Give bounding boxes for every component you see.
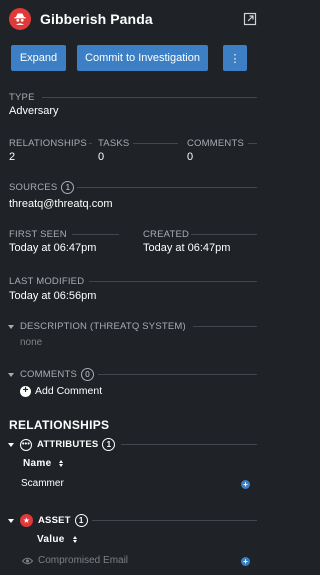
relationships-heading: RELATIONSHIPS — [9, 418, 110, 432]
comments-section-label: COMMENTS — [20, 369, 78, 380]
value-column-header: Value — [37, 534, 65, 545]
description-toggle[interactable]: DESCRIPTION (THREATQ SYSTEM) — [8, 321, 186, 332]
divider — [77, 187, 257, 188]
created-label: CREATED — [143, 229, 190, 240]
header: Gibberish Panda — [9, 8, 257, 30]
first-seen-value: Today at 06:47pm — [9, 242, 97, 254]
last-modified-label: LAST MODIFIED — [9, 276, 85, 287]
divider — [191, 234, 257, 235]
eye-icon[interactable] — [22, 557, 33, 565]
created-value: Today at 06:47pm — [143, 242, 231, 254]
asset-star-icon: ★ — [20, 514, 33, 527]
external-link-icon[interactable] — [243, 12, 257, 26]
comments-count: 0 — [187, 151, 194, 163]
relationships-count-label: RELATIONSHIPS — [9, 138, 87, 149]
attributes-count-badge: 1 — [102, 438, 116, 451]
comments-count-label: COMMENTS — [187, 138, 245, 149]
spy-icon — [9, 8, 31, 30]
caret-down-icon — [8, 324, 14, 329]
plus-circle-icon: + — [20, 385, 31, 397]
divider — [193, 326, 257, 327]
tasks-count-label: TASKS — [98, 138, 130, 149]
divider — [248, 143, 257, 144]
attributes-label: ATTRIBUTES — [37, 439, 99, 450]
description-value: none — [20, 337, 43, 348]
asset-row-value: Compromised Email — [38, 555, 129, 566]
type-value: Adversary — [9, 105, 59, 117]
sources-count-badge: 1 — [61, 181, 75, 194]
expand-button[interactable]: Expand — [11, 45, 66, 71]
type-label: TYPE — [9, 92, 35, 103]
caret-down-icon — [8, 518, 14, 523]
relationships-count: 2 — [9, 151, 16, 163]
divider — [133, 143, 178, 144]
sources-header: SOURCES 1 — [9, 181, 75, 194]
asset-toggle[interactable]: ★ ASSET 1 — [8, 514, 88, 527]
add-comment-label: Add Comment — [35, 385, 103, 397]
asset-row: Compromised Email — [22, 555, 128, 566]
attribute-row: Scammer — [21, 478, 64, 489]
asset-label: ASSET — [38, 515, 71, 526]
divider — [42, 97, 257, 98]
divider — [92, 520, 257, 521]
sort-icon — [72, 536, 77, 543]
page-title: Gibberish Panda — [40, 11, 153, 27]
attributes-toggle[interactable]: ••• ATTRIBUTES 1 — [8, 438, 116, 451]
commit-to-investigation-button[interactable]: Commit to Investigation — [77, 45, 208, 71]
divider — [89, 281, 257, 282]
caret-down-icon — [8, 442, 14, 447]
description-label: DESCRIPTION (THREATQ SYSTEM) — [20, 321, 186, 332]
asset-count-badge: 1 — [74, 514, 88, 527]
divider — [89, 143, 92, 144]
add-asset-icon[interactable]: + — [241, 557, 250, 566]
tasks-count: 0 — [98, 151, 105, 163]
attributes-name-column[interactable]: Name — [23, 458, 64, 469]
sort-icon — [59, 460, 64, 467]
comments-count-badge: 0 — [81, 368, 95, 381]
caret-down-icon — [8, 372, 14, 377]
comments-toggle[interactable]: COMMENTS 0 — [8, 368, 95, 381]
ellipsis-circle-icon: ••• — [20, 438, 32, 451]
divider — [72, 234, 119, 235]
add-attribute-icon[interactable]: + — [241, 480, 250, 489]
asset-value-column[interactable]: Value — [37, 534, 77, 545]
more-options-button[interactable]: ⋮ — [223, 45, 247, 71]
first-seen-label: FIRST SEEN — [9, 229, 67, 240]
source-value[interactable]: threatq@threatq.com — [9, 198, 113, 210]
divider — [98, 374, 257, 375]
name-column-header: Name — [23, 458, 52, 469]
add-comment-button[interactable]: + Add Comment — [20, 385, 102, 397]
divider — [121, 444, 257, 445]
sources-label: SOURCES — [9, 182, 58, 193]
action-buttons: Expand Commit to Investigation ⋮ — [11, 45, 257, 71]
last-modified-value: Today at 06:56pm — [9, 290, 97, 302]
